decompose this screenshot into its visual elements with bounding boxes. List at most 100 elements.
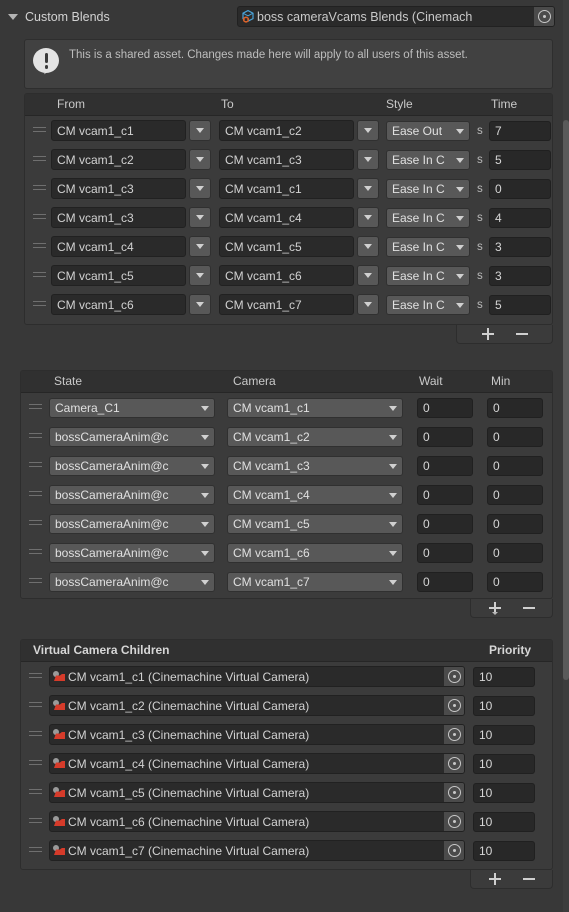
state-camera-dropdown[interactable]: CM vcam1_c7 — [227, 572, 403, 592]
state-camera-dropdown[interactable]: CM vcam1_c1 — [227, 398, 403, 418]
blend-to-field[interactable]: CM vcam1_c5 — [219, 236, 379, 257]
drag-handle[interactable] — [29, 491, 42, 497]
drag-handle[interactable] — [33, 127, 46, 133]
blend-from-field[interactable]: CM vcam1_c3 — [51, 207, 211, 228]
drag-handle[interactable] — [29, 673, 42, 679]
state-dropdown[interactable]: bossCameraAnim@c — [49, 485, 215, 505]
child-camera-objectfield[interactable]: CM vcam1_c4 (Cinemachine Virtual Camera) — [49, 753, 465, 774]
blend-style-dropdown[interactable]: Ease In C — [386, 179, 470, 199]
add-blend-button[interactable] — [480, 327, 496, 341]
child-camera-objectfield[interactable]: CM vcam1_c5 (Cinemachine Virtual Camera) — [49, 782, 465, 803]
drag-handle[interactable] — [29, 702, 42, 708]
blend-from-dropdown-button[interactable] — [189, 236, 211, 257]
blend-time-input[interactable]: 3 — [489, 237, 551, 257]
state-min-input[interactable]: 0 — [487, 398, 543, 418]
drag-handle[interactable] — [29, 760, 42, 766]
blend-to-dropdown-button[interactable] — [357, 236, 379, 257]
blend-to-dropdown-button[interactable] — [357, 294, 379, 315]
object-picker-icon[interactable] — [444, 754, 464, 773]
child-camera-priority-input[interactable]: 10 — [473, 667, 535, 687]
blend-from-dropdown-button[interactable] — [189, 294, 211, 315]
blend-style-dropdown[interactable]: Ease In C — [386, 266, 470, 286]
drag-handle[interactable] — [33, 243, 46, 249]
state-min-input[interactable]: 0 — [487, 485, 543, 505]
state-wait-input[interactable]: 0 — [417, 398, 473, 418]
drag-handle[interactable] — [29, 433, 42, 439]
blend-time-input[interactable]: 3 — [489, 266, 551, 286]
object-picker-icon[interactable] — [444, 783, 464, 802]
chevron-down-icon[interactable] — [8, 14, 18, 20]
blend-style-dropdown[interactable]: Ease Out — [386, 121, 470, 141]
child-camera-objectfield[interactable]: CM vcam1_c6 (Cinemachine Virtual Camera) — [49, 811, 465, 832]
drag-handle[interactable] — [33, 301, 46, 307]
state-dropdown[interactable]: bossCameraAnim@c — [49, 514, 215, 534]
state-dropdown[interactable]: Camera_C1 — [49, 398, 215, 418]
object-picker-icon[interactable] — [444, 841, 464, 860]
state-wait-input[interactable]: 0 — [417, 572, 473, 592]
blends-asset-objectfield[interactable]: boss cameraVcams Blends (Cinemach — [237, 6, 555, 27]
blend-to-field[interactable]: CM vcam1_c1 — [219, 178, 379, 199]
child-camera-priority-input[interactable]: 10 — [473, 841, 535, 861]
state-camera-dropdown[interactable]: CM vcam1_c5 — [227, 514, 403, 534]
drag-handle[interactable] — [29, 847, 42, 853]
state-dropdown[interactable]: bossCameraAnim@c — [49, 456, 215, 476]
blend-from-field[interactable]: CM vcam1_c2 — [51, 149, 211, 170]
drag-handle[interactable] — [29, 462, 42, 468]
object-picker-icon[interactable] — [444, 667, 464, 686]
scrollbar-thumb[interactable] — [563, 120, 569, 680]
remove-child-camera-button[interactable] — [521, 872, 537, 886]
blend-style-dropdown[interactable]: Ease In C — [386, 295, 470, 315]
drag-handle[interactable] — [29, 549, 42, 555]
child-camera-priority-input[interactable]: 10 — [473, 783, 535, 803]
child-camera-priority-input[interactable]: 10 — [473, 725, 535, 745]
blend-to-field[interactable]: CM vcam1_c6 — [219, 265, 379, 286]
child-camera-priority-input[interactable]: 10 — [473, 696, 535, 716]
blend-from-field[interactable]: CM vcam1_c5 — [51, 265, 211, 286]
blend-to-dropdown-button[interactable] — [357, 149, 379, 170]
state-wait-input[interactable]: 0 — [417, 543, 473, 563]
vertical-scrollbar[interactable] — [563, 0, 569, 912]
chevron-down-icon[interactable] — [491, 612, 498, 615]
blend-from-field[interactable]: CM vcam1_c1 — [51, 120, 211, 141]
blend-time-input[interactable]: 5 — [489, 295, 551, 315]
state-min-input[interactable]: 0 — [487, 572, 543, 592]
state-dropdown[interactable]: bossCameraAnim@c — [49, 572, 215, 592]
blend-to-dropdown-button[interactable] — [357, 265, 379, 286]
child-camera-priority-input[interactable]: 10 — [473, 812, 535, 832]
blend-to-dropdown-button[interactable] — [357, 178, 379, 199]
blend-style-dropdown[interactable]: Ease In C — [386, 150, 470, 170]
state-camera-dropdown[interactable]: CM vcam1_c6 — [227, 543, 403, 563]
blend-time-input[interactable]: 0 — [489, 179, 551, 199]
state-dropdown[interactable]: bossCameraAnim@c — [49, 543, 215, 563]
drag-handle[interactable] — [29, 520, 42, 526]
drag-handle[interactable] — [29, 578, 42, 584]
blend-from-field[interactable]: CM vcam1_c6 — [51, 294, 211, 315]
state-wait-input[interactable]: 0 — [417, 485, 473, 505]
state-dropdown[interactable]: bossCameraAnim@c — [49, 427, 215, 447]
drag-handle[interactable] — [33, 156, 46, 162]
drag-handle[interactable] — [29, 789, 42, 795]
blend-style-dropdown[interactable]: Ease In C — [386, 237, 470, 257]
blend-to-dropdown-button[interactable] — [357, 207, 379, 228]
object-picker-icon[interactable] — [444, 812, 464, 831]
blend-from-field[interactable]: CM vcam1_c3 — [51, 178, 211, 199]
object-picker-icon[interactable] — [444, 725, 464, 744]
child-camera-objectfield[interactable]: CM vcam1_c3 (Cinemachine Virtual Camera) — [49, 724, 465, 745]
child-camera-objectfield[interactable]: CM vcam1_c1 (Cinemachine Virtual Camera) — [49, 666, 465, 687]
state-camera-dropdown[interactable]: CM vcam1_c4 — [227, 485, 403, 505]
state-camera-dropdown[interactable]: CM vcam1_c3 — [227, 456, 403, 476]
state-wait-input[interactable]: 0 — [417, 456, 473, 476]
object-picker-icon[interactable] — [534, 7, 554, 26]
remove-state-button[interactable] — [521, 601, 537, 615]
blend-to-field[interactable]: CM vcam1_c3 — [219, 149, 379, 170]
add-child-camera-button[interactable] — [487, 872, 503, 886]
blend-from-dropdown-button[interactable] — [189, 265, 211, 286]
blend-to-field[interactable]: CM vcam1_c4 — [219, 207, 379, 228]
blend-from-dropdown-button[interactable] — [189, 207, 211, 228]
drag-handle[interactable] — [33, 185, 46, 191]
state-camera-dropdown[interactable]: CM vcam1_c2 — [227, 427, 403, 447]
drag-handle[interactable] — [33, 272, 46, 278]
remove-blend-button[interactable] — [514, 327, 530, 341]
blend-to-field[interactable]: CM vcam1_c2 — [219, 120, 379, 141]
state-min-input[interactable]: 0 — [487, 543, 543, 563]
